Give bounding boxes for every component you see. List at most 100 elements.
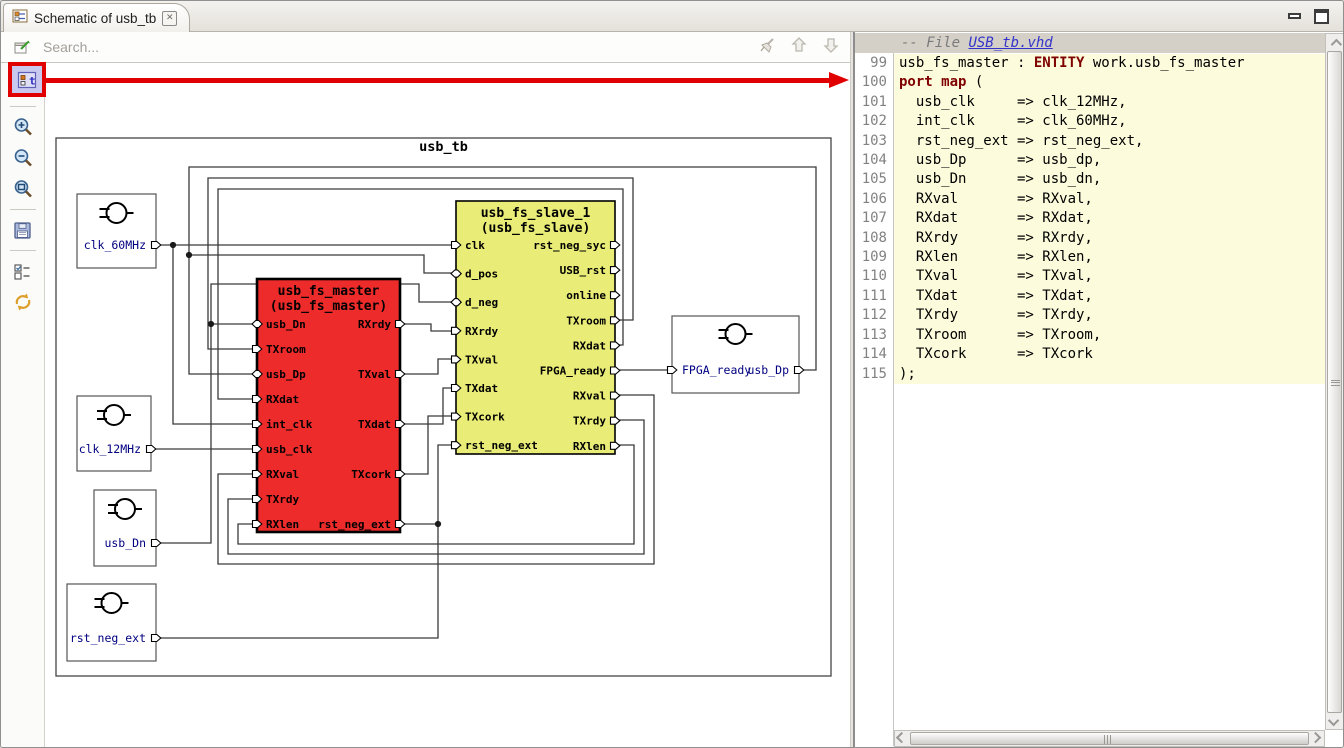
oscillator-icon (107, 203, 127, 223)
schematic-label: clk_12MHz (79, 442, 141, 456)
zoom-in-button[interactable] (9, 114, 37, 140)
scroll-right-icon[interactable] (1309, 731, 1324, 746)
schematic-label: clk (465, 239, 485, 252)
code-line[interactable]: usb_Dp => usb_dp, (894, 151, 1325, 170)
code-line[interactable]: int_clk => clk_60MHz, (894, 112, 1325, 131)
rail-separator (10, 250, 36, 251)
schematic-label: RXlen (266, 518, 299, 531)
scroll-down-icon[interactable] (1327, 714, 1342, 729)
schematic-label: usb_fs_slave_1 (481, 206, 591, 221)
schematic-label: usb_Dn (104, 536, 146, 550)
tab-close-icon[interactable]: ✕ (162, 11, 177, 26)
code-line[interactable]: TXcork => TXcork (894, 345, 1325, 364)
schematic-label: rst_neg_ext (70, 631, 146, 645)
refresh-sync-button[interactable] (9, 289, 37, 315)
app-window: Schematic of usb_tb ✕ (0, 0, 1344, 748)
oscillator-icon (104, 405, 124, 425)
code-line[interactable]: RXval => RXval, (894, 190, 1325, 209)
line-number: 115 (855, 365, 887, 384)
line-number-gutter: 9910010110210310410510610710810911011111… (855, 54, 893, 384)
zoom-fit-button[interactable] (9, 176, 37, 202)
annotation-arrow-head (829, 72, 849, 88)
schematic-label: usb_Dp (266, 368, 306, 381)
save-button[interactable] (9, 217, 37, 243)
block-usb_Dn[interactable]: usb_Dn (94, 490, 161, 566)
schematic-tab-icon (12, 8, 28, 29)
line-number: 106 (855, 190, 887, 209)
schematic-label: rst_neg_ext (465, 439, 538, 452)
schematic-label: int_clk (266, 418, 313, 431)
schematic-label: FPGA_ready (540, 365, 607, 378)
scroll-left-icon[interactable] (895, 731, 910, 746)
svg-text:t: t (29, 74, 36, 87)
code-line[interactable]: TXrdy => TXrdy, (894, 306, 1325, 325)
line-number: 105 (855, 170, 887, 189)
wire-junction (208, 321, 214, 327)
wire-junction (170, 242, 176, 248)
code-line[interactable]: TXval => TXval, (894, 267, 1325, 286)
schematic-label: RXval (266, 468, 299, 481)
schematic-label: TXrdy (266, 493, 299, 506)
wire-junction (186, 252, 192, 258)
schematic-label: online (566, 289, 606, 302)
line-number: 100 (855, 73, 887, 92)
highlighted-tool-red-box: t (8, 62, 46, 97)
code-line[interactable]: TXroom => TXroom, (894, 326, 1325, 345)
code-line[interactable]: usb_clk => clk_12MHz, (894, 93, 1325, 112)
block-FPGA_ready[interactable]: FPGA_readyusb_Dp (668, 316, 804, 393)
detach-view-icon[interactable] (11, 36, 33, 58)
clear-broom-icon[interactable] (757, 35, 777, 60)
block-usb_fs_slave_1[interactable]: usb_fs_slave_1(usb_fs_slave)clkd_posd_ne… (451, 201, 620, 454)
code-line[interactable]: RXrdy => RXrdy, (894, 229, 1325, 248)
file-comment-prefix: -- File (901, 35, 968, 51)
horizontal-scroll-thumb[interactable] (910, 732, 1309, 745)
schematic-label: USB_rst (560, 264, 606, 277)
code-line[interactable]: rst_neg_ext => rst_neg_ext, (894, 132, 1325, 151)
display-options-button[interactable] (9, 258, 37, 284)
arrow-down-icon[interactable] (821, 35, 841, 60)
code-line[interactable]: port map ( (894, 73, 1325, 92)
block-usb_fs_master[interactable]: usb_fs_master(usb_fs_master)usb_DnTXroom… (252, 279, 405, 532)
schematic-label: usb_tb (419, 139, 468, 155)
schematic-label: TXval (465, 353, 498, 366)
code-line[interactable]: RXdat => RXdat, (894, 209, 1325, 228)
block-clk_12MHz[interactable]: clk_12MHz (77, 396, 156, 471)
schematic-label: usb_Dn (266, 318, 306, 331)
line-number: 103 (855, 132, 887, 151)
block-clk_60MHz[interactable]: clk_60MHz (77, 194, 161, 268)
scroll-up-icon[interactable] (1327, 35, 1342, 50)
code-file-header: -- File USB_tb.vhd (855, 33, 1325, 53)
line-number: 99 (855, 54, 887, 73)
code-line[interactable]: RXlen => RXlen, (894, 248, 1325, 267)
schematic-label: clk_60MHz (84, 238, 146, 252)
schematic-label: usb_Dp (747, 363, 789, 377)
tab-schematic[interactable]: Schematic of usb_tb ✕ (3, 3, 190, 32)
arrow-up-icon[interactable] (789, 35, 809, 60)
code-line[interactable]: usb_Dn => usb_dn, (894, 170, 1325, 189)
zoom-out-button[interactable] (9, 145, 37, 171)
line-number: 108 (855, 229, 887, 248)
code-line[interactable]: TXdat => TXdat, (894, 287, 1325, 306)
block-rst_neg_ext[interactable]: rst_neg_ext (67, 584, 161, 661)
schematic-label: rst_neg_syc (533, 239, 606, 252)
code-line[interactable]: usb_fs_master : ENTITY work.usb_fs_maste… (894, 54, 1325, 73)
line-number: 114 (855, 345, 887, 364)
minimize-view-icon[interactable] (1288, 13, 1301, 19)
toggle-names-button[interactable]: t (16, 70, 38, 90)
schematic-label: usb_clk (266, 443, 313, 456)
maximize-view-icon[interactable] (1314, 9, 1329, 24)
code-line[interactable]: ); (894, 365, 1325, 384)
schematic-label: RXrdy (465, 325, 498, 338)
file-link[interactable]: USB_tb.vhd (968, 35, 1052, 51)
vertical-scroll-thumb[interactable] (1327, 51, 1342, 713)
schematic-label: TXdat (358, 418, 391, 431)
search-input[interactable] (41, 38, 757, 56)
line-number: 112 (855, 306, 887, 325)
line-number: 110 (855, 267, 887, 286)
schematic-canvas[interactable]: usb_tb clk_60MHz clk_12MHz usb_Dn rst_neg_ex… (45, 63, 853, 747)
tab-title: Schematic of usb_tb (34, 11, 156, 26)
horizontal-scrollbar[interactable] (894, 730, 1325, 747)
code-editor[interactable]: usb_fs_master : ENTITY work.usb_fs_maste… (894, 54, 1325, 384)
vertical-scrollbar[interactable] (1325, 33, 1344, 730)
rail-separator (10, 106, 36, 107)
